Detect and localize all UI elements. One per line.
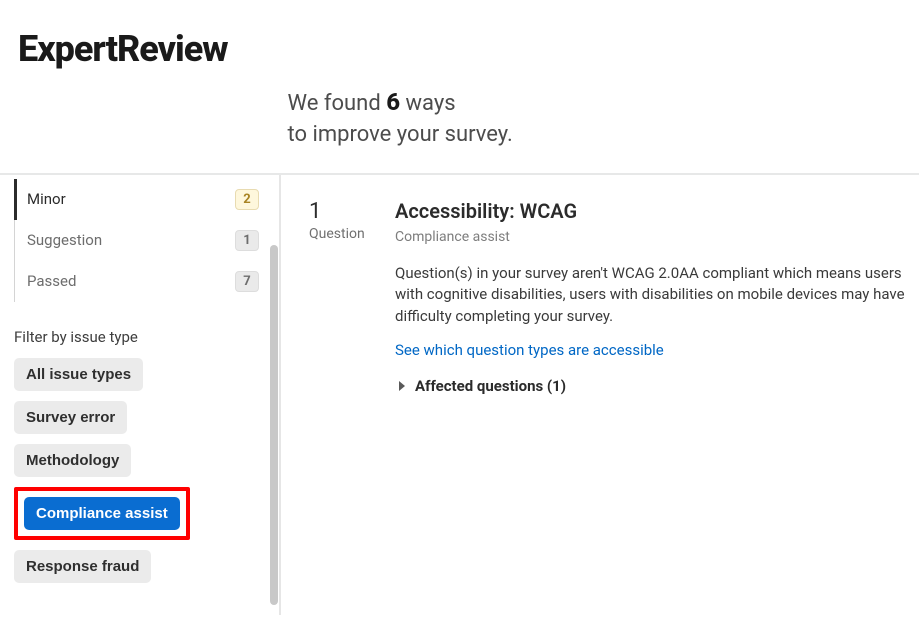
highlight-box: Compliance assist	[14, 487, 190, 540]
found-line2: to improve your survey.	[288, 122, 513, 147]
sidebar-scrollbar[interactable]	[270, 245, 280, 605]
main-panel: 1 Question Accessibility: WCAG Complianc…	[280, 175, 919, 615]
question-label: Question	[309, 226, 365, 242]
question-count: 1 Question	[309, 199, 365, 615]
question-number: 1	[309, 199, 365, 224]
affected-label: Affected questions (1)	[415, 377, 566, 395]
issue-description: Question(s) in your survey aren't WCAG 2…	[395, 263, 915, 328]
brand-title: ExpertReview	[18, 28, 228, 70]
body: Minor 2 Suggestion 1 Passed 7 Filter by …	[0, 175, 919, 615]
filter-all-issue-types[interactable]: All issue types	[14, 358, 143, 391]
filter-response-fraud[interactable]: Response fraud	[14, 550, 151, 583]
filter-methodology[interactable]: Methodology	[14, 444, 131, 477]
affected-questions-toggle[interactable]: Affected questions (1)	[395, 377, 919, 395]
found-prefix: We found	[288, 91, 387, 116]
accessibility-link[interactable]: See which question types are accessible	[395, 341, 664, 359]
found-suffix: ways	[400, 91, 456, 116]
issue-title: Accessibility: WCAG	[395, 199, 919, 223]
severity-label: Minor	[27, 190, 66, 208]
severity-label: Suggestion	[27, 231, 102, 249]
header: ExpertReview We found 6 ways to improve …	[0, 0, 919, 151]
caret-right-icon	[399, 381, 405, 391]
filter-survey-error[interactable]: Survey error	[14, 401, 127, 434]
filter-title: Filter by issue type	[14, 328, 259, 346]
severity-count-badge: 2	[235, 189, 259, 210]
severity-minor[interactable]: Minor 2	[15, 179, 259, 220]
severity-count-badge: 7	[235, 271, 259, 292]
header-summary: We found 6 ways to improve your survey.	[288, 86, 513, 151]
sidebar: Minor 2 Suggestion 1 Passed 7 Filter by …	[0, 175, 280, 615]
issue-body: Accessibility: WCAG Compliance assist Qu…	[395, 199, 919, 615]
filter-pills: All issue types Survey error Methodology…	[14, 358, 259, 583]
issue-category: Compliance assist	[395, 229, 919, 245]
severity-passed[interactable]: Passed 7	[15, 261, 259, 302]
severity-count-badge: 1	[235, 230, 259, 251]
severity-list: Minor 2 Suggestion 1 Passed 7	[14, 179, 259, 302]
filter-compliance-assist[interactable]: Compliance assist	[24, 497, 180, 530]
severity-suggestion[interactable]: Suggestion 1	[15, 220, 259, 261]
found-count: 6	[386, 88, 400, 116]
scroll-thumb[interactable]	[270, 245, 278, 605]
severity-label: Passed	[27, 272, 76, 290]
